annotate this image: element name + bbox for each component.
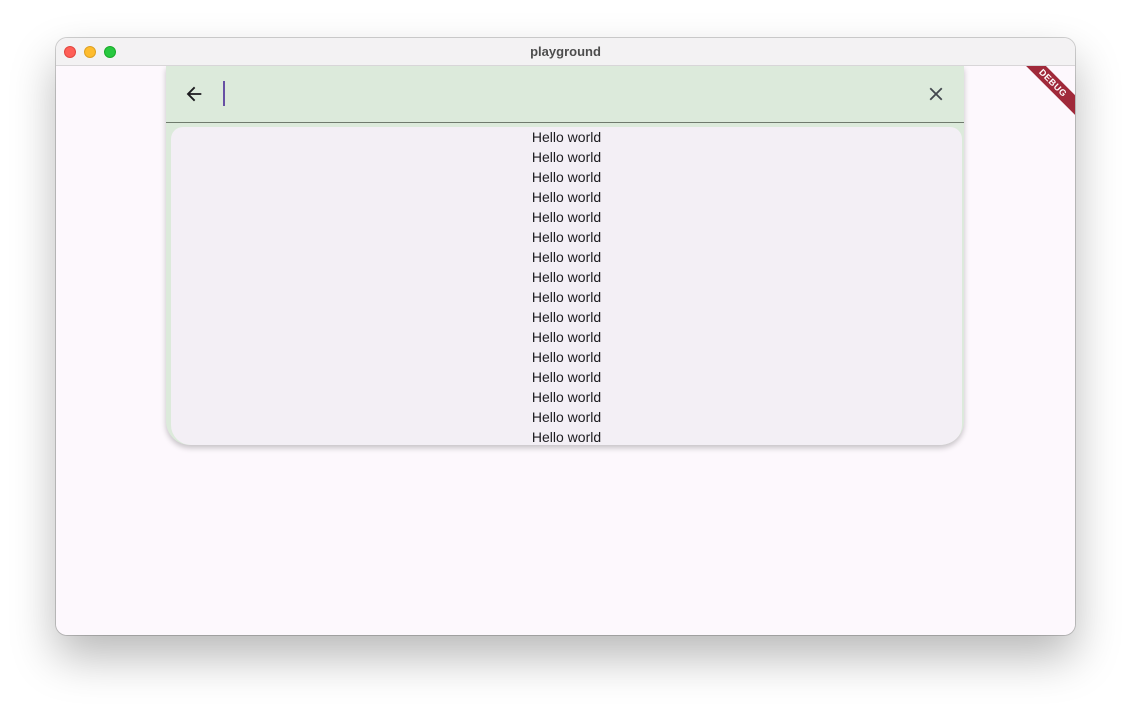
result-item[interactable]: Hello world xyxy=(171,347,962,367)
title-bar[interactable]: playground xyxy=(56,38,1075,66)
result-item[interactable]: Hello world xyxy=(171,367,962,387)
search-view: Hello world Hello world Hello world Hello w… xyxy=(166,66,964,445)
app-window: playground Hello world Hello world Hello… xyxy=(56,38,1075,635)
debug-ribbon-label: DEBUG xyxy=(1015,66,1075,124)
result-item[interactable]: Hello world xyxy=(171,147,962,167)
result-item[interactable]: Hello world xyxy=(171,127,962,147)
result-item[interactable]: Hello world xyxy=(171,207,962,227)
close-icon xyxy=(929,87,943,101)
search-input[interactable] xyxy=(222,78,916,112)
result-item[interactable]: Hello world xyxy=(171,247,962,267)
result-item[interactable]: Hello world xyxy=(171,287,962,307)
app-content: Hello world Hello world Hello world Hello w… xyxy=(56,66,1075,635)
result-item[interactable]: Hello world xyxy=(171,227,962,247)
result-item[interactable]: Hello world xyxy=(171,327,962,347)
result-item[interactable]: Hello world xyxy=(171,407,962,427)
result-item[interactable]: Hello world xyxy=(171,387,962,407)
result-item[interactable]: Hello world xyxy=(171,167,962,187)
result-item[interactable]: Hello world xyxy=(171,267,962,287)
text-caret xyxy=(223,81,225,106)
back-button[interactable] xyxy=(180,80,208,108)
window-title: playground xyxy=(530,44,601,59)
search-header xyxy=(166,66,964,122)
clear-button[interactable] xyxy=(922,80,950,108)
debug-banner: DEBUG xyxy=(1015,66,1075,126)
result-item[interactable]: Hello world xyxy=(171,427,962,445)
header-divider xyxy=(166,122,964,123)
results-list: Hello world Hello world Hello world Hello w… xyxy=(171,127,962,445)
arrow-back-icon xyxy=(186,86,202,102)
result-item[interactable]: Hello world xyxy=(171,307,962,327)
result-item[interactable]: Hello world xyxy=(171,187,962,207)
